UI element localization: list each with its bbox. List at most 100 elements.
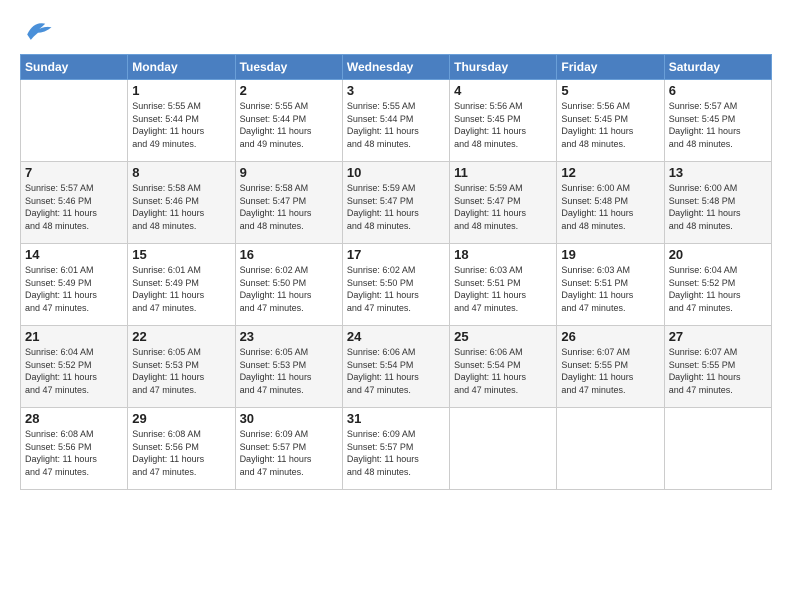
calendar-cell: 12Sunrise: 6:00 AM Sunset: 5:48 PM Dayli… bbox=[557, 162, 664, 244]
day-number: 28 bbox=[25, 411, 123, 426]
calendar-cell: 8 Sunrise: 5:58 AM Sunset: 5:46 PM Daylig… bbox=[128, 162, 235, 244]
day-number: 7 bbox=[25, 165, 123, 180]
cell-info: Sunrise: 5:59 AM Sunset: 5:47 PM Dayligh… bbox=[454, 182, 552, 232]
calendar-cell: 1 Sunrise: 5:55 AM Sunset: 5:44 PM Daylig… bbox=[128, 80, 235, 162]
calendar-cell: 28 Sunrise: 6:08 AM Sunset: 5:56 PM Dayli… bbox=[21, 408, 128, 490]
day-number: 10 bbox=[347, 165, 445, 180]
calendar-cell: 25Sunrise: 6:06 AM Sunset: 5:54 PM Dayli… bbox=[450, 326, 557, 408]
cell-info: Sunrise: 6:08 AM Sunset: 5:56 PM Dayligh… bbox=[132, 428, 230, 478]
cell-info: Sunrise: 6:03 AM Sunset: 5:51 PM Dayligh… bbox=[454, 264, 552, 314]
cell-info: Sunrise: 5:58 AM Sunset: 5:47 PM Dayligh… bbox=[240, 182, 338, 232]
calendar-cell: 11 Sunrise: 5:59 AM Sunset: 5:47 PM Dayli… bbox=[450, 162, 557, 244]
calendar-cell: 26 Sunrise: 6:07 AM Sunset: 5:55 PM Dayli… bbox=[557, 326, 664, 408]
weekday-header-row: SundayMondayTuesdayWednesdayThursdayFrid… bbox=[21, 55, 772, 80]
day-number: 11 bbox=[454, 165, 552, 180]
calendar-cell: 16 Sunrise: 6:02 AM Sunset: 5:50 PM Dayli… bbox=[235, 244, 342, 326]
cell-info: Sunrise: 6:08 AM Sunset: 5:56 PM Dayligh… bbox=[25, 428, 123, 478]
day-number: 1 bbox=[132, 83, 230, 98]
header bbox=[20, 16, 772, 44]
day-number: 31 bbox=[347, 411, 445, 426]
calendar-cell: 19Sunrise: 6:03 AM Sunset: 5:51 PM Dayli… bbox=[557, 244, 664, 326]
calendar-cell: 23 Sunrise: 6:05 AM Sunset: 5:53 PM Dayli… bbox=[235, 326, 342, 408]
day-number: 21 bbox=[25, 329, 123, 344]
day-number: 13 bbox=[669, 165, 767, 180]
calendar-cell: 15 Sunrise: 6:01 AM Sunset: 5:49 PM Dayli… bbox=[128, 244, 235, 326]
day-number: 8 bbox=[132, 165, 230, 180]
cell-info: Sunrise: 5:57 AM Sunset: 5:46 PM Dayligh… bbox=[25, 182, 123, 232]
calendar-cell: 17Sunrise: 6:02 AM Sunset: 5:50 PM Dayli… bbox=[342, 244, 449, 326]
weekday-header-wednesday: Wednesday bbox=[342, 55, 449, 80]
cell-info: Sunrise: 6:03 AM Sunset: 5:51 PM Dayligh… bbox=[561, 264, 659, 314]
weekday-header-friday: Friday bbox=[557, 55, 664, 80]
day-number: 29 bbox=[132, 411, 230, 426]
day-number: 16 bbox=[240, 247, 338, 262]
day-number: 12 bbox=[561, 165, 659, 180]
day-number: 17 bbox=[347, 247, 445, 262]
cell-info: Sunrise: 5:55 AM Sunset: 5:44 PM Dayligh… bbox=[240, 100, 338, 150]
calendar-cell: 9 Sunrise: 5:58 AM Sunset: 5:47 PM Daylig… bbox=[235, 162, 342, 244]
cell-info: Sunrise: 6:01 AM Sunset: 5:49 PM Dayligh… bbox=[132, 264, 230, 314]
day-number: 22 bbox=[132, 329, 230, 344]
page-container: SundayMondayTuesdayWednesdayThursdayFrid… bbox=[0, 0, 792, 500]
day-number: 18 bbox=[454, 247, 552, 262]
cell-info: Sunrise: 6:04 AM Sunset: 5:52 PM Dayligh… bbox=[669, 264, 767, 314]
cell-info: Sunrise: 5:55 AM Sunset: 5:44 PM Dayligh… bbox=[132, 100, 230, 150]
day-number: 23 bbox=[240, 329, 338, 344]
calendar-cell bbox=[664, 408, 771, 490]
cell-info: Sunrise: 5:55 AM Sunset: 5:44 PM Dayligh… bbox=[347, 100, 445, 150]
cell-info: Sunrise: 6:01 AM Sunset: 5:49 PM Dayligh… bbox=[25, 264, 123, 314]
weekday-header-saturday: Saturday bbox=[664, 55, 771, 80]
weekday-header-tuesday: Tuesday bbox=[235, 55, 342, 80]
calendar-cell: 31 Sunrise: 6:09 AM Sunset: 5:57 PM Dayli… bbox=[342, 408, 449, 490]
cell-info: Sunrise: 5:56 AM Sunset: 5:45 PM Dayligh… bbox=[561, 100, 659, 150]
day-number: 27 bbox=[669, 329, 767, 344]
calendar-cell: 24 Sunrise: 6:06 AM Sunset: 5:54 PM Dayli… bbox=[342, 326, 449, 408]
cell-info: Sunrise: 5:58 AM Sunset: 5:46 PM Dayligh… bbox=[132, 182, 230, 232]
day-number: 9 bbox=[240, 165, 338, 180]
cell-info: Sunrise: 6:09 AM Sunset: 5:57 PM Dayligh… bbox=[347, 428, 445, 478]
calendar-cell: 6 Sunrise: 5:57 AM Sunset: 5:45 PM Daylig… bbox=[664, 80, 771, 162]
cell-info: Sunrise: 6:09 AM Sunset: 5:57 PM Dayligh… bbox=[240, 428, 338, 478]
cell-info: Sunrise: 6:02 AM Sunset: 5:50 PM Dayligh… bbox=[240, 264, 338, 314]
cell-info: Sunrise: 5:57 AM Sunset: 5:45 PM Dayligh… bbox=[669, 100, 767, 150]
day-number: 26 bbox=[561, 329, 659, 344]
day-number: 20 bbox=[669, 247, 767, 262]
day-number: 5 bbox=[561, 83, 659, 98]
calendar-cell: 10 Sunrise: 5:59 AM Sunset: 5:47 PM Dayli… bbox=[342, 162, 449, 244]
cell-info: Sunrise: 6:06 AM Sunset: 5:54 PM Dayligh… bbox=[347, 346, 445, 396]
week-row-3: 14 Sunrise: 6:01 AM Sunset: 5:49 PM Dayli… bbox=[21, 244, 772, 326]
day-number: 15 bbox=[132, 247, 230, 262]
weekday-header-monday: Monday bbox=[128, 55, 235, 80]
day-number: 6 bbox=[669, 83, 767, 98]
calendar-cell: 29 Sunrise: 6:08 AM Sunset: 5:56 PM Dayli… bbox=[128, 408, 235, 490]
day-number: 14 bbox=[25, 247, 123, 262]
calendar-cell: 13Sunrise: 6:00 AM Sunset: 5:48 PM Dayli… bbox=[664, 162, 771, 244]
calendar-cell: 2 Sunrise: 5:55 AM Sunset: 5:44 PM Daylig… bbox=[235, 80, 342, 162]
cell-info: Sunrise: 5:56 AM Sunset: 5:45 PM Dayligh… bbox=[454, 100, 552, 150]
weekday-header-thursday: Thursday bbox=[450, 55, 557, 80]
calendar-cell: 22 Sunrise: 6:05 AM Sunset: 5:53 PM Dayli… bbox=[128, 326, 235, 408]
cell-info: Sunrise: 6:07 AM Sunset: 5:55 PM Dayligh… bbox=[561, 346, 659, 396]
week-row-2: 7 Sunrise: 5:57 AM Sunset: 5:46 PM Daylig… bbox=[21, 162, 772, 244]
cell-info: Sunrise: 6:04 AM Sunset: 5:52 PM Dayligh… bbox=[25, 346, 123, 396]
cell-info: Sunrise: 6:05 AM Sunset: 5:53 PM Dayligh… bbox=[132, 346, 230, 396]
calendar-cell bbox=[450, 408, 557, 490]
day-number: 25 bbox=[454, 329, 552, 344]
day-number: 30 bbox=[240, 411, 338, 426]
day-number: 3 bbox=[347, 83, 445, 98]
cell-info: Sunrise: 6:07 AM Sunset: 5:55 PM Dayligh… bbox=[669, 346, 767, 396]
weekday-header-sunday: Sunday bbox=[21, 55, 128, 80]
day-number: 24 bbox=[347, 329, 445, 344]
calendar-cell: 3 Sunrise: 5:55 AM Sunset: 5:44 PM Daylig… bbox=[342, 80, 449, 162]
logo bbox=[20, 16, 60, 44]
cell-info: Sunrise: 5:59 AM Sunset: 5:47 PM Dayligh… bbox=[347, 182, 445, 232]
calendar-cell bbox=[557, 408, 664, 490]
calendar-table: SundayMondayTuesdayWednesdayThursdayFrid… bbox=[20, 54, 772, 490]
cell-info: Sunrise: 6:05 AM Sunset: 5:53 PM Dayligh… bbox=[240, 346, 338, 396]
day-number: 4 bbox=[454, 83, 552, 98]
calendar-cell: 5 Sunrise: 5:56 AM Sunset: 5:45 PM Daylig… bbox=[557, 80, 664, 162]
calendar-cell: 18 Sunrise: 6:03 AM Sunset: 5:51 PM Dayli… bbox=[450, 244, 557, 326]
day-number: 2 bbox=[240, 83, 338, 98]
week-row-4: 21 Sunrise: 6:04 AM Sunset: 5:52 PM Dayli… bbox=[21, 326, 772, 408]
logo-icon bbox=[20, 16, 56, 44]
